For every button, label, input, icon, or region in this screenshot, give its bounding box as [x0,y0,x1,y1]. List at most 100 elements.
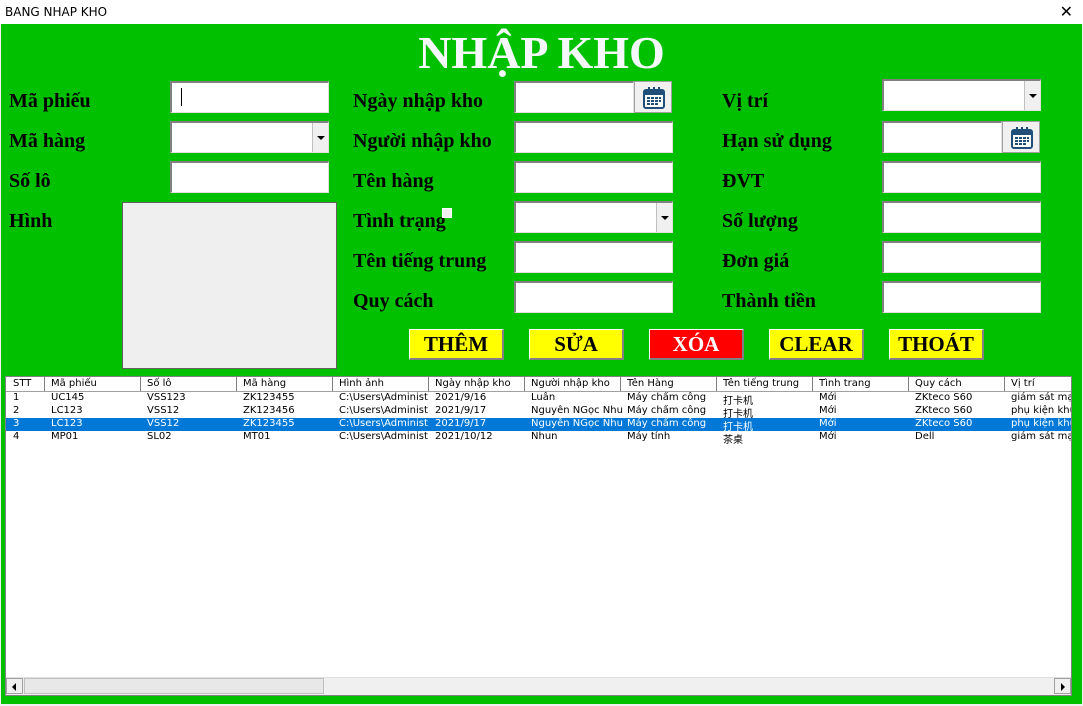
cell-ten-hang: Máy chấm công [627,392,707,403]
cell-ngay-nhap-kho: 2021/9/17 [435,418,487,429]
ma-hang-combobox[interactable] [170,121,329,153]
dvt-input[interactable] [882,161,1041,193]
label-nguoi-nhap-kho: Người nhập kho [353,130,492,152]
cell-ma-hang: ZK123455 [243,392,295,403]
horizontal-scrollbar[interactable] [6,677,1071,695]
column-divider[interactable] [140,377,141,391]
cell-hinh-anh: C:\Users\Administ [339,431,428,442]
calendar-icon [643,87,665,109]
header-col-ten-hang[interactable]: Tên Hàng [627,378,674,389]
column-divider[interactable] [428,377,429,391]
title-bar: BANG NHAP KHO ✕ [0,0,1083,24]
thoat-button[interactable]: THOÁT [889,329,984,360]
column-divider[interactable] [1004,377,1005,391]
quy-cach-input[interactable] [514,281,673,313]
text-caret [181,88,182,106]
cell-ten-tieng-trung: 茶桌 [723,435,743,446]
label-ma-phieu: Mã phiếu [9,90,91,112]
cell-hinh-anh: C:\Users\Administ [339,405,428,416]
them-button[interactable]: THÊM [409,329,504,360]
cell-stt: 1 [13,392,20,403]
header-col-nguoi-nhap-kho[interactable]: Người nhập kho [531,378,610,389]
records-listview[interactable]: STT Mã phiếu Số lô Mã hàng Hình ảnh Ngày nhập… [5,376,1072,696]
header-col-quy-cach[interactable]: Quy cách [915,378,962,389]
column-divider[interactable] [812,377,813,391]
nguoi-nhap-kho-input[interactable] [514,121,673,153]
header-col-hinh-anh[interactable]: Hình ảnh [339,378,384,389]
cell-tinh-trang: Mới [819,431,837,442]
table-row[interactable]: 1 UC145 VSS123 ZK123455 C:\Users\Administ 202… [6,392,1071,407]
cell-nguoi-nhap-kho: Nguyễn NGọc Nhu [531,418,623,429]
chevron-down-icon[interactable] [1024,81,1040,110]
header-col-stt[interactable]: STT [13,378,31,389]
xoa-button[interactable]: XÓA [649,329,744,360]
cell-ten-hang: Máy chấm công [627,405,707,416]
ten-tieng-trung-input[interactable] [514,241,673,273]
table-row[interactable]: 4 MP01 SL02 MT01 C:\Users\Administ 2021/10/12… [6,431,1071,446]
chevron-down-icon[interactable] [656,203,672,232]
header-col-ten-tieng-trung[interactable]: Tên tiếng trung [723,378,799,389]
header-col-ma-phieu[interactable]: Mã phiếu [51,378,97,389]
cell-ten-hang: Máy chấm công [627,418,707,429]
cell-stt: 2 [13,405,20,416]
label-so-lo: Số lô [9,170,51,192]
ngay-nhap-kho-calendar-button[interactable] [634,81,672,113]
header-col-so-lo[interactable]: Số lô [147,378,172,389]
cell-so-lo: VSS12 [147,405,180,416]
cell-so-lo: SL02 [147,431,172,442]
cell-ma-phieu: UC145 [51,392,85,403]
cell-so-lo: VSS123 [147,392,186,403]
cell-ma-hang: ZK123455 [243,418,295,429]
header-col-vi-tri[interactable]: Vị trí [1011,378,1035,389]
cell-nguoi-nhap-kho: Nguyễn NGọc Nhu [531,405,623,416]
label-ten-hang: Tên hàng [353,170,434,192]
column-divider[interactable] [332,377,333,391]
vi-tri-combobox[interactable] [882,79,1041,111]
han-su-dung-input[interactable] [882,121,1002,153]
column-divider[interactable] [44,377,45,391]
label-don-gia: Đơn giá [722,250,790,272]
chevron-down-icon[interactable] [312,123,328,152]
cell-quy-cach: ZKteco S60 [915,392,973,403]
cell-ma-phieu: LC123 [51,418,83,429]
cell-quy-cach: ZKteco S60 [915,405,973,416]
clear-button[interactable]: CLEAR [769,329,864,360]
ten-hang-input[interactable] [514,161,673,193]
scroll-left-arrow-icon[interactable] [6,678,23,694]
thanh-tien-input[interactable] [882,281,1041,313]
cell-stt: 4 [13,431,20,442]
column-divider[interactable] [908,377,909,391]
ngay-nhap-kho-input[interactable] [514,81,634,113]
so-lo-input[interactable] [170,161,329,193]
sua-button[interactable]: SỬA [529,329,624,360]
tinh-trang-combobox[interactable] [514,201,673,233]
label-ten-tieng-trung: Tên tiếng trung [353,250,487,272]
label-ma-hang: Mã hàng [9,130,86,152]
cell-stt: 3 [13,418,20,429]
han-su-dung-calendar-button[interactable] [1002,121,1040,153]
header-col-ma-hang[interactable]: Mã hàng [243,378,286,389]
scrollbar-thumb[interactable] [24,678,324,694]
so-luong-input[interactable] [882,201,1041,233]
column-divider[interactable] [236,377,237,391]
image-box[interactable] [122,202,337,369]
resize-handle[interactable] [442,208,452,218]
cell-nguoi-nhap-kho: Nhun [531,431,558,442]
cell-nguoi-nhap-kho: Luân [531,392,556,403]
column-divider[interactable] [524,377,525,391]
header-col-tinh-trang[interactable]: Tình trang [819,378,871,389]
listview-header: STT Mã phiếu Số lô Mã hàng Hình ảnh Ngày nhập… [6,377,1071,392]
table-row[interactable]: 3 LC123 VSS12 ZK123455 C:\Users\Administ 2021… [6,418,1071,433]
cell-hinh-anh: C:\Users\Administ [339,418,428,429]
don-gia-input[interactable] [882,241,1041,273]
scroll-right-arrow-icon[interactable] [1054,678,1071,694]
column-divider[interactable] [620,377,621,391]
cell-ma-hang: MT01 [243,431,271,442]
ma-phieu-input[interactable] [170,81,329,113]
close-icon[interactable]: ✕ [1060,2,1073,21]
label-thanh-tien: Thành tiền [722,290,816,312]
header-col-ngay-nhap-kho[interactable]: Ngày nhập kho [435,378,511,389]
form-panel: NHẬP KHO Mã phiếu Mã hàng Số lô Hình Ngà… [1,24,1082,704]
table-row[interactable]: 2 LC123 VSS12 ZK123456 C:\Users\Administ 2021… [6,405,1071,420]
column-divider[interactable] [716,377,717,391]
